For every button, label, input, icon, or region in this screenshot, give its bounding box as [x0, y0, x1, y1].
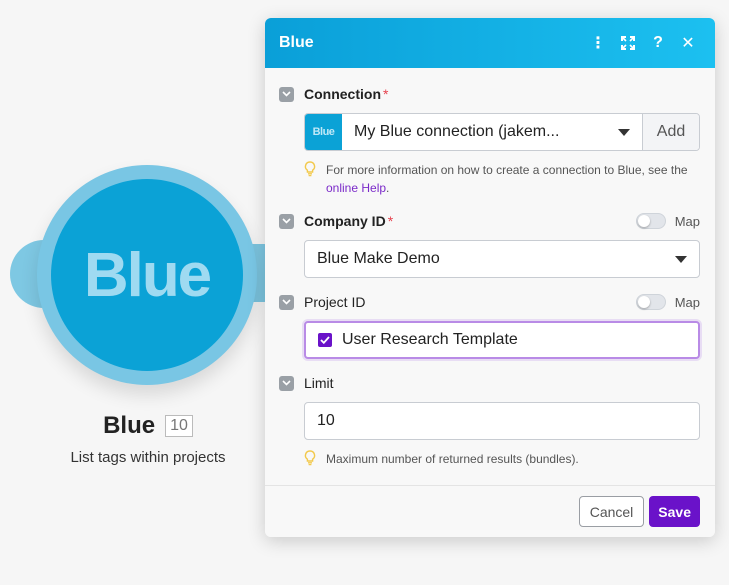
- company-id-label: Company ID: [304, 213, 386, 229]
- limit-value: 10: [317, 412, 335, 429]
- limit-hint-text: Maximum number of returned results (bund…: [326, 452, 579, 466]
- connection-hint: For more information on how to create a …: [304, 161, 700, 197]
- chevron-down-icon: [618, 128, 630, 136]
- module-subtitle: List tags within projects: [70, 449, 226, 466]
- dialog-title: Blue: [279, 34, 314, 51]
- limit-label: Limit: [304, 375, 334, 391]
- collapse-toggle-icon[interactable]: [279, 213, 294, 229]
- project-option-label: User Research Template: [342, 331, 518, 348]
- connection-label: Connection: [304, 86, 381, 102]
- blue-module[interactable]: Blue Blue 10 List tags within projects: [0, 0, 270, 585]
- map-switch[interactable]: [635, 294, 666, 310]
- module-title: Blue: [103, 412, 156, 439]
- company-id-select[interactable]: Blue Make Demo: [304, 240, 700, 278]
- connection-select-value: My Blue connection (jakem...: [354, 123, 560, 140]
- map-label: Map: [674, 294, 700, 310]
- dialog-footer: Cancel Save: [265, 485, 715, 537]
- help-icon[interactable]: ?: [645, 30, 671, 56]
- collapse-toggle-icon[interactable]: [279, 375, 294, 391]
- dialog-header: Blue ⋮ ? ✕: [265, 18, 715, 68]
- project-id-label: Project ID: [304, 294, 366, 310]
- required-marker: *: [387, 213, 394, 229]
- limit-field: Limit 10 Maximum number of returned resu…: [279, 373, 700, 471]
- save-button[interactable]: Save: [649, 496, 700, 527]
- project-id-multiselect[interactable]: User Research Template: [304, 321, 700, 359]
- map-label: Map: [674, 213, 700, 229]
- map-switch[interactable]: [635, 213, 666, 229]
- expand-icon[interactable]: [615, 30, 641, 56]
- project-id-field: Project ID Map User Research Template: [279, 292, 700, 359]
- connection-picker: Blue My Blue connection (jakem... Add: [304, 113, 700, 151]
- checkbox-checked-icon[interactable]: [318, 333, 332, 347]
- project-id-map-toggle[interactable]: Map: [635, 294, 700, 310]
- limit-hint: Maximum number of returned results (bund…: [304, 450, 700, 471]
- collapse-toggle-icon[interactable]: [279, 86, 294, 102]
- company-id-map-toggle[interactable]: Map: [635, 213, 700, 229]
- lightbulb-icon: [304, 161, 318, 197]
- connection-field: Connection * Blue My Blue connection (ja…: [279, 84, 700, 197]
- lightbulb-icon: [304, 450, 318, 471]
- add-connection-button[interactable]: Add: [643, 114, 699, 150]
- company-id-field: Company ID * Map Blue Make Demo: [279, 211, 700, 278]
- module-settings-dialog: Blue ⋮ ? ✕ Connection * Blue My Blue con…: [265, 18, 715, 537]
- blue-logo: Blue: [83, 240, 212, 310]
- close-icon[interactable]: ✕: [675, 30, 701, 56]
- module-id-badge: 10: [165, 415, 193, 437]
- company-id-value: Blue Make Demo: [317, 250, 440, 267]
- limit-input[interactable]: 10: [304, 402, 700, 440]
- required-marker: *: [383, 86, 389, 102]
- chevron-down-icon: [675, 255, 687, 263]
- online-help-link[interactable]: online Help: [326, 181, 386, 195]
- module-icon[interactable]: Blue: [51, 179, 243, 371]
- cancel-button[interactable]: Cancel: [578, 496, 645, 527]
- connection-hint-text: For more information on how to create a …: [326, 163, 688, 195]
- blue-connection-logo: Blue: [305, 114, 342, 150]
- collapse-toggle-icon[interactable]: [279, 294, 294, 310]
- dialog-body: Connection * Blue My Blue connection (ja…: [265, 68, 715, 471]
- connection-select[interactable]: My Blue connection (jakem...: [342, 114, 643, 150]
- kebab-menu-icon[interactable]: ⋮: [585, 30, 611, 56]
- module-title-row: Blue 10: [0, 412, 296, 440]
